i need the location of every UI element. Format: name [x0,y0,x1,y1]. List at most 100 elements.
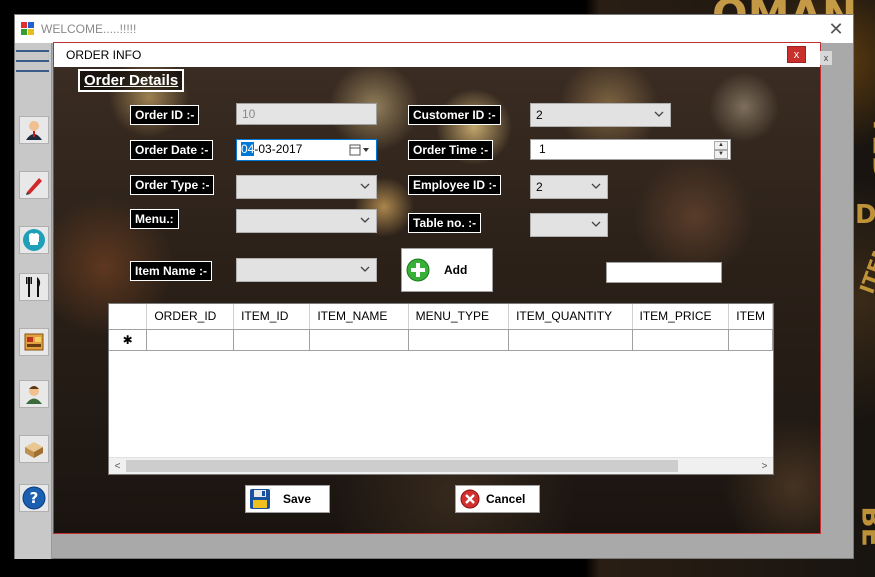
cancel-button[interactable]: Cancel [455,485,540,513]
bg-word: BE [855,506,875,547]
scroll-right-icon[interactable]: > [757,459,772,474]
employee-button[interactable] [19,380,49,408]
add-button[interactable]: Add [401,248,493,292]
order-form-body: Order Details Order ID :- Order Date :- … [54,67,820,533]
grid-cell[interactable] [408,329,510,351]
grid-cell[interactable] [146,329,235,351]
grid-cell[interactable] [309,329,409,351]
order-info-title: ORDER INFO [66,48,142,62]
order-type-combo[interactable] [236,175,377,199]
table-row[interactable]: ✱ [109,329,773,351]
horizontal-scrollbar[interactable]: < > [109,457,773,474]
chevron-down-icon [360,183,370,189]
app-icon [21,22,35,36]
form-heading: Order Details [78,69,185,92]
cancel-button-label: Cancel [486,492,526,506]
cutlery-button[interactable] [19,273,49,301]
help-icon: ? [22,486,46,510]
order-id-value: 10 [242,107,256,121]
extra-input[interactable] [606,262,722,283]
order-time-stepper[interactable]: 1 ▲ ▼ [530,139,731,160]
help-button[interactable]: ? [19,484,49,512]
pen-icon [26,178,42,195]
spin-down-icon[interactable]: ▼ [714,150,728,159]
menu-label: Menu.: [130,209,179,229]
column-header[interactable]: ITEM_PRICE [632,304,730,330]
side-toolbar: ? [15,43,52,559]
order-time-spinner[interactable]: ▲ ▼ [714,141,728,159]
welcome-titlebar: WELCOME.....!!!!! [15,15,853,43]
order-type-label: Order Type :- [130,175,215,195]
customer-id-combo[interactable]: 2 [530,103,671,127]
column-header[interactable]: ITEM [728,304,773,330]
grid-header-row: ORDER_ID ITEM_ID ITEM_NAME MENU_TYPE ITE… [109,304,773,330]
table-no-combo[interactable] [530,213,608,237]
grid-cell[interactable] [728,329,773,351]
item-name-label: Item Name :- [130,261,213,281]
customer-icon [26,121,42,140]
calendar-dropdown-icon[interactable] [349,144,371,156]
order-date-selected-part: 04 [241,142,255,156]
order-id-field[interactable]: 10 [236,103,377,125]
new-row-marker: ✱ [109,329,148,351]
column-header[interactable]: ITEM_NAME [309,304,409,330]
customer-button[interactable] [19,116,49,144]
bg-word: D [855,200,875,230]
employee-id-value: 2 [536,180,543,194]
grid-cell[interactable] [233,329,311,351]
menu-combo[interactable] [236,209,377,233]
table-no-label: Table no. :- [408,213,482,233]
column-header[interactable]: MENU_TYPE [408,304,510,330]
save-button-label: Save [283,492,312,506]
spin-up-icon[interactable]: ▲ [714,141,728,150]
menu-card-icon [24,333,44,351]
table-button[interactable] [19,435,49,463]
employee-id-label: Employee ID :- [408,175,502,195]
chevron-down-icon [591,221,601,227]
order-close-button[interactable]: x [787,46,806,63]
order-time-label: Order Time :- [408,140,494,160]
bg-word: ITEM [854,237,875,297]
column-header[interactable]: ITEM_QUANTITY [508,304,633,330]
order-info-window: ORDER INFO x x Order Details Order ID :-… [53,42,832,534]
item-name-combo[interactable] [236,258,377,282]
order-date-label: Order Date :- [130,140,214,160]
add-icon [406,258,430,282]
order-info-titlebar: ORDER INFO [54,43,820,67]
bg-word: TED [865,114,875,181]
order-date-picker[interactable]: 04-03-2017 [236,139,377,161]
floppy-save-icon [250,489,270,509]
customer-id-value: 2 [536,108,543,122]
order-items-grid[interactable]: ORDER_ID ITEM_ID ITEM_NAME MENU_TYPE ITE… [108,303,774,475]
employee-id-combo[interactable]: 2 [530,175,608,199]
scroll-left-icon[interactable]: < [110,459,125,474]
chef-button[interactable] [19,226,49,254]
hamburger-icon[interactable] [16,46,49,76]
order-id-label: Order ID :- [130,105,200,125]
chevron-down-icon [360,266,370,272]
row-header-corner [109,304,148,330]
grid-cell[interactable] [508,329,633,351]
cutlery-icon [26,277,41,297]
behind-close-button[interactable]: x [820,51,832,65]
column-header[interactable]: ORDER_ID [146,304,235,330]
column-header[interactable]: ITEM_ID [233,304,311,330]
chef-icon [23,229,45,251]
welcome-title: WELCOME.....!!!!! [41,22,137,36]
grid-cell[interactable] [632,329,730,351]
customer-id-label: Customer ID :- [408,105,501,125]
save-button[interactable]: Save [245,485,330,513]
order-time-value: 1 [539,142,546,156]
chevron-down-icon [360,217,370,223]
scrollbar-thumb[interactable] [126,460,678,472]
employee-icon [26,386,42,404]
svg-text:?: ? [30,489,39,507]
order-date-rest: -03-2017 [254,142,303,156]
welcome-close-button[interactable]: ✕ [825,19,847,40]
edit-button[interactable] [19,171,49,199]
table-icon [25,442,43,458]
add-button-label: Add [444,263,468,277]
cancel-icon [460,489,480,509]
menu-card-button[interactable] [19,328,49,356]
chevron-down-icon [591,183,601,189]
